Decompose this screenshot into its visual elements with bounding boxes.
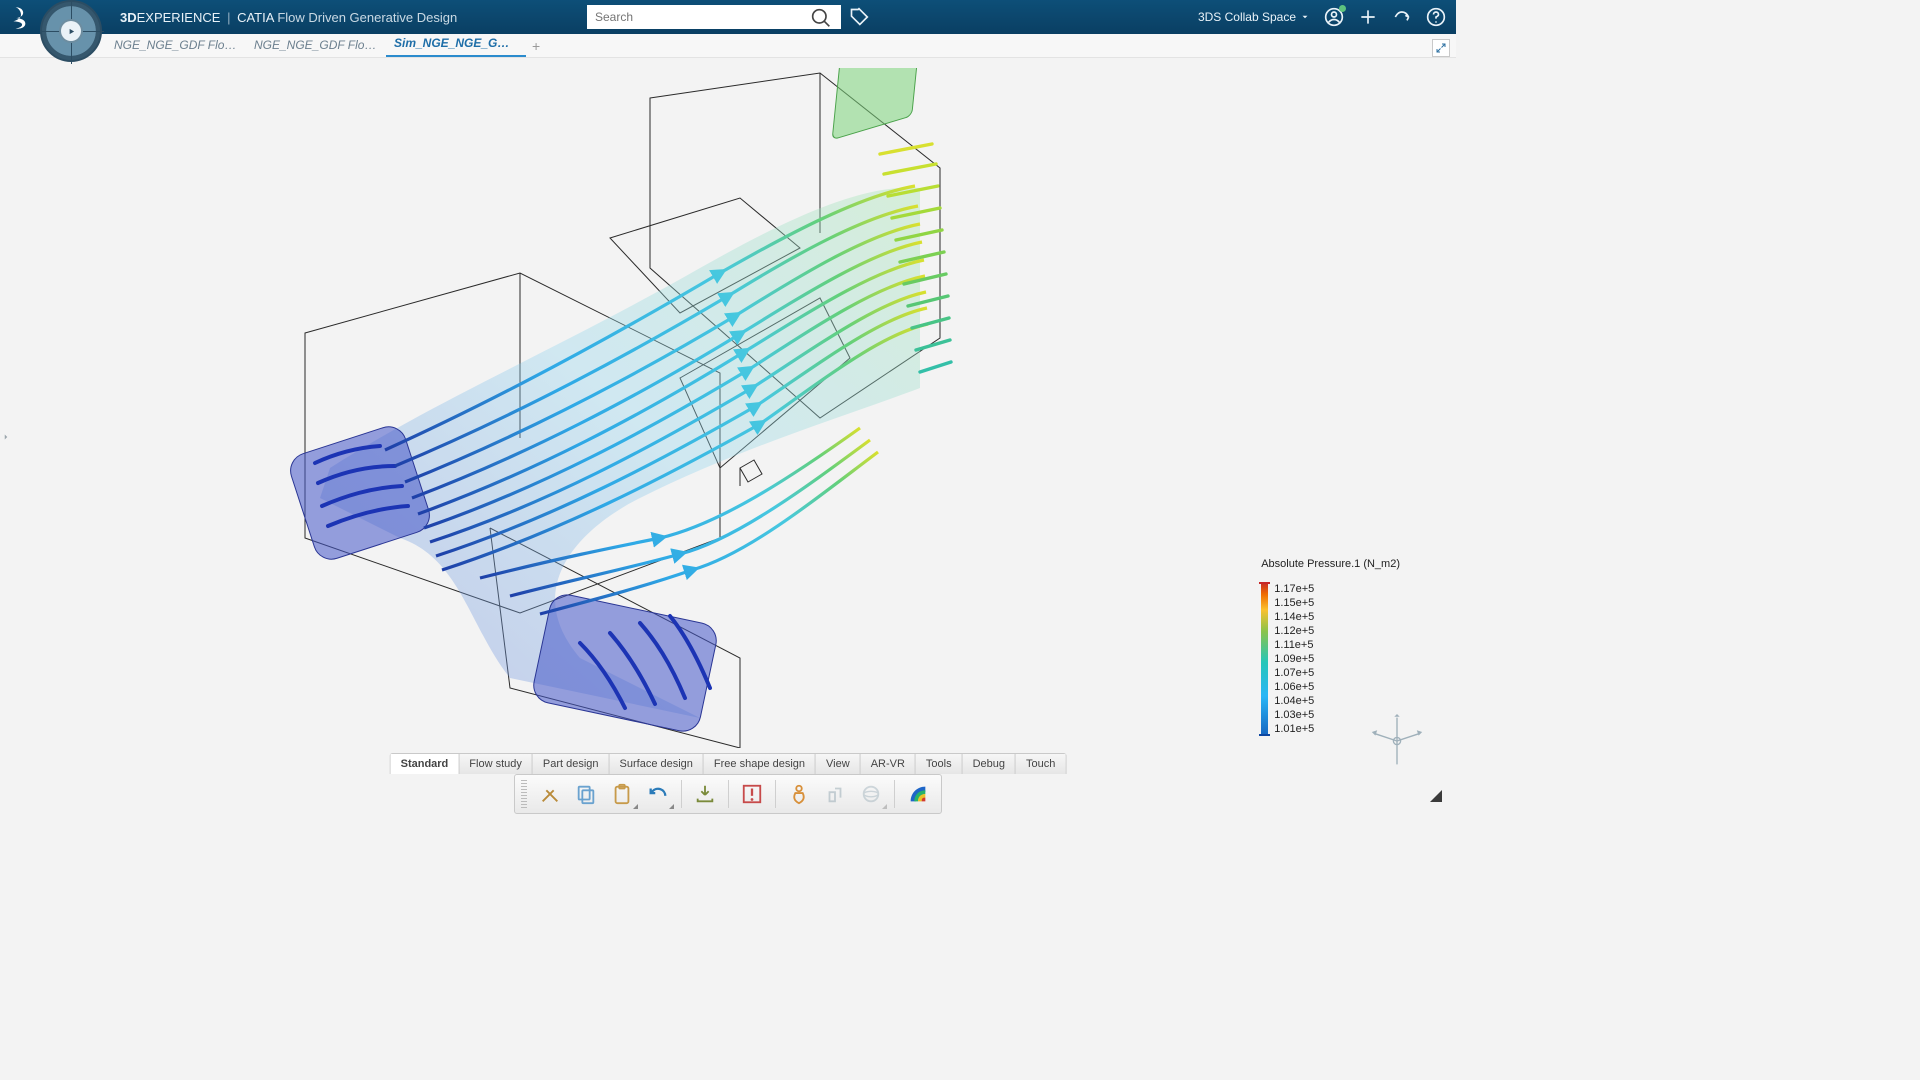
flow-simulation-render: [180, 68, 990, 748]
alert-icon: [741, 783, 763, 805]
toolbar-tab-tools[interactable]: Tools: [916, 754, 963, 774]
chevron-down-icon: [1300, 12, 1310, 22]
legend-value: 1.15e+5: [1274, 596, 1314, 610]
body-button[interactable]: [782, 778, 816, 810]
legend-value: 1.11e+5: [1274, 638, 1314, 652]
tag-icon[interactable]: [849, 7, 869, 27]
legend-value: 1.03e+5: [1274, 708, 1314, 722]
chevron-right-icon: [1, 429, 11, 445]
brand-sep: |: [227, 10, 230, 25]
status-dot: [1339, 5, 1346, 12]
legend-value: 1.14e+5: [1274, 610, 1314, 624]
app-header: 3DEXPERIENCE | CATIA Flow Driven Generat…: [0, 0, 1456, 34]
toolbar-tabs: Standard Flow study Part design Surface …: [390, 753, 1067, 774]
extrude-button[interactable]: [818, 778, 852, 810]
toolbar-tab-debug[interactable]: Debug: [963, 754, 1016, 774]
legend-value: 1.09e+5: [1274, 652, 1314, 666]
toolbar: [514, 774, 942, 814]
3d-viewport[interactable]: Absolute Pressure.1 (N_m2) 1.17e+5 1.15e…: [0, 58, 1456, 816]
resize-corner-icon: [1430, 790, 1442, 802]
paste-button[interactable]: [605, 778, 639, 810]
brand-rest: EXPERIENCE: [137, 10, 221, 25]
extrude-icon: [824, 783, 846, 805]
compass-dial[interactable]: [40, 0, 102, 62]
legend-value: 1.06e+5: [1274, 680, 1314, 694]
share-icon: [1392, 7, 1412, 27]
import-button[interactable]: [688, 778, 722, 810]
expand-icon: [1435, 42, 1447, 54]
play-icon: [67, 27, 76, 36]
user-profile-button[interactable]: [1324, 7, 1344, 27]
ds-logo-icon: [8, 4, 34, 30]
legend-title: Absolute Pressure.1 (N_m2): [1261, 558, 1400, 570]
search-icon: [811, 8, 831, 28]
search-button[interactable]: [811, 8, 831, 28]
copy-button[interactable]: [569, 778, 603, 810]
sphere-icon: [860, 783, 882, 805]
mannequin-icon: [788, 783, 810, 805]
compass-widget[interactable]: [40, 0, 102, 62]
collab-space-selector[interactable]: 3DS Collab Space: [1198, 10, 1310, 24]
import-icon: [694, 783, 716, 805]
brand-logo-area: [0, 4, 42, 30]
expand-panel-button[interactable]: [1432, 39, 1450, 57]
simulation-results-button[interactable]: [901, 778, 935, 810]
document-tab[interactable]: NGE_NGE_GDF Flowsplitter: [106, 34, 246, 57]
help-button[interactable]: [1426, 7, 1446, 27]
toolbar-tab-surface-design[interactable]: Surface design: [610, 754, 704, 774]
help-icon: [1426, 7, 1446, 27]
view-triad[interactable]: [1370, 714, 1424, 768]
document-tab[interactable]: Sim_NGE_NGE_GDF Flowsp: [386, 32, 526, 57]
brand-app: CATIA: [237, 10, 274, 25]
legend-value: 1.12e+5: [1274, 624, 1314, 638]
document-tab[interactable]: NGE_NGE_GDF Flowsplitter: [246, 34, 386, 57]
undo-icon: [647, 783, 669, 805]
search-input[interactable]: [587, 5, 841, 29]
legend-value: 1.17e+5: [1274, 582, 1314, 596]
legend-value: 1.01e+5: [1274, 722, 1314, 736]
toolbar-tab-part-design[interactable]: Part design: [533, 754, 610, 774]
share-button[interactable]: [1392, 7, 1412, 27]
paste-icon: [611, 783, 633, 805]
compass-play-button[interactable]: [61, 21, 81, 41]
diagnostic-button[interactable]: [735, 778, 769, 810]
toolbar-tab-arvr[interactable]: AR-VR: [861, 754, 916, 774]
legend-value: 1.04e+5: [1274, 694, 1314, 708]
copy-icon: [575, 783, 597, 805]
brand-sub: Flow Driven Generative Design: [277, 10, 457, 25]
search-area: [587, 5, 869, 29]
plus-icon: [1358, 7, 1378, 27]
left-panel-handle[interactable]: [0, 426, 12, 448]
legend-value: 1.07e+5: [1274, 666, 1314, 680]
legend-colorbar: [1261, 582, 1268, 736]
undo-button[interactable]: [641, 778, 675, 810]
add-tab-button[interactable]: +: [526, 35, 546, 57]
scissors-icon: [539, 783, 561, 805]
document-tabs: NGE_NGE_GDF Flowsplitter NGE_NGE_GDF Flo…: [0, 34, 1456, 58]
toolbar-tab-view[interactable]: View: [816, 754, 861, 774]
brand-bold: 3D: [120, 10, 137, 25]
cut-button[interactable]: [533, 778, 567, 810]
toolbar-tab-standard[interactable]: Standard: [391, 754, 460, 774]
toolbar-tab-touch[interactable]: Touch: [1016, 754, 1065, 774]
toolbar-tab-free-shape[interactable]: Free shape design: [704, 754, 816, 774]
header-right: 3DS Collab Space: [1198, 0, 1446, 34]
collab-space-label: 3DS Collab Space: [1198, 10, 1296, 24]
legend-values: 1.17e+5 1.15e+5 1.14e+5 1.12e+5 1.11e+5 …: [1274, 582, 1314, 736]
rainbow-contour-icon: [907, 783, 929, 805]
color-legend: Absolute Pressure.1 (N_m2) 1.17e+5 1.15e…: [1261, 558, 1400, 736]
toolbar-grip[interactable]: [521, 780, 527, 808]
add-button[interactable]: [1358, 7, 1378, 27]
app-title: 3DEXPERIENCE | CATIA Flow Driven Generat…: [120, 10, 457, 25]
toolbar-tab-flow-study[interactable]: Flow study: [459, 754, 533, 774]
blend-button[interactable]: [854, 778, 888, 810]
